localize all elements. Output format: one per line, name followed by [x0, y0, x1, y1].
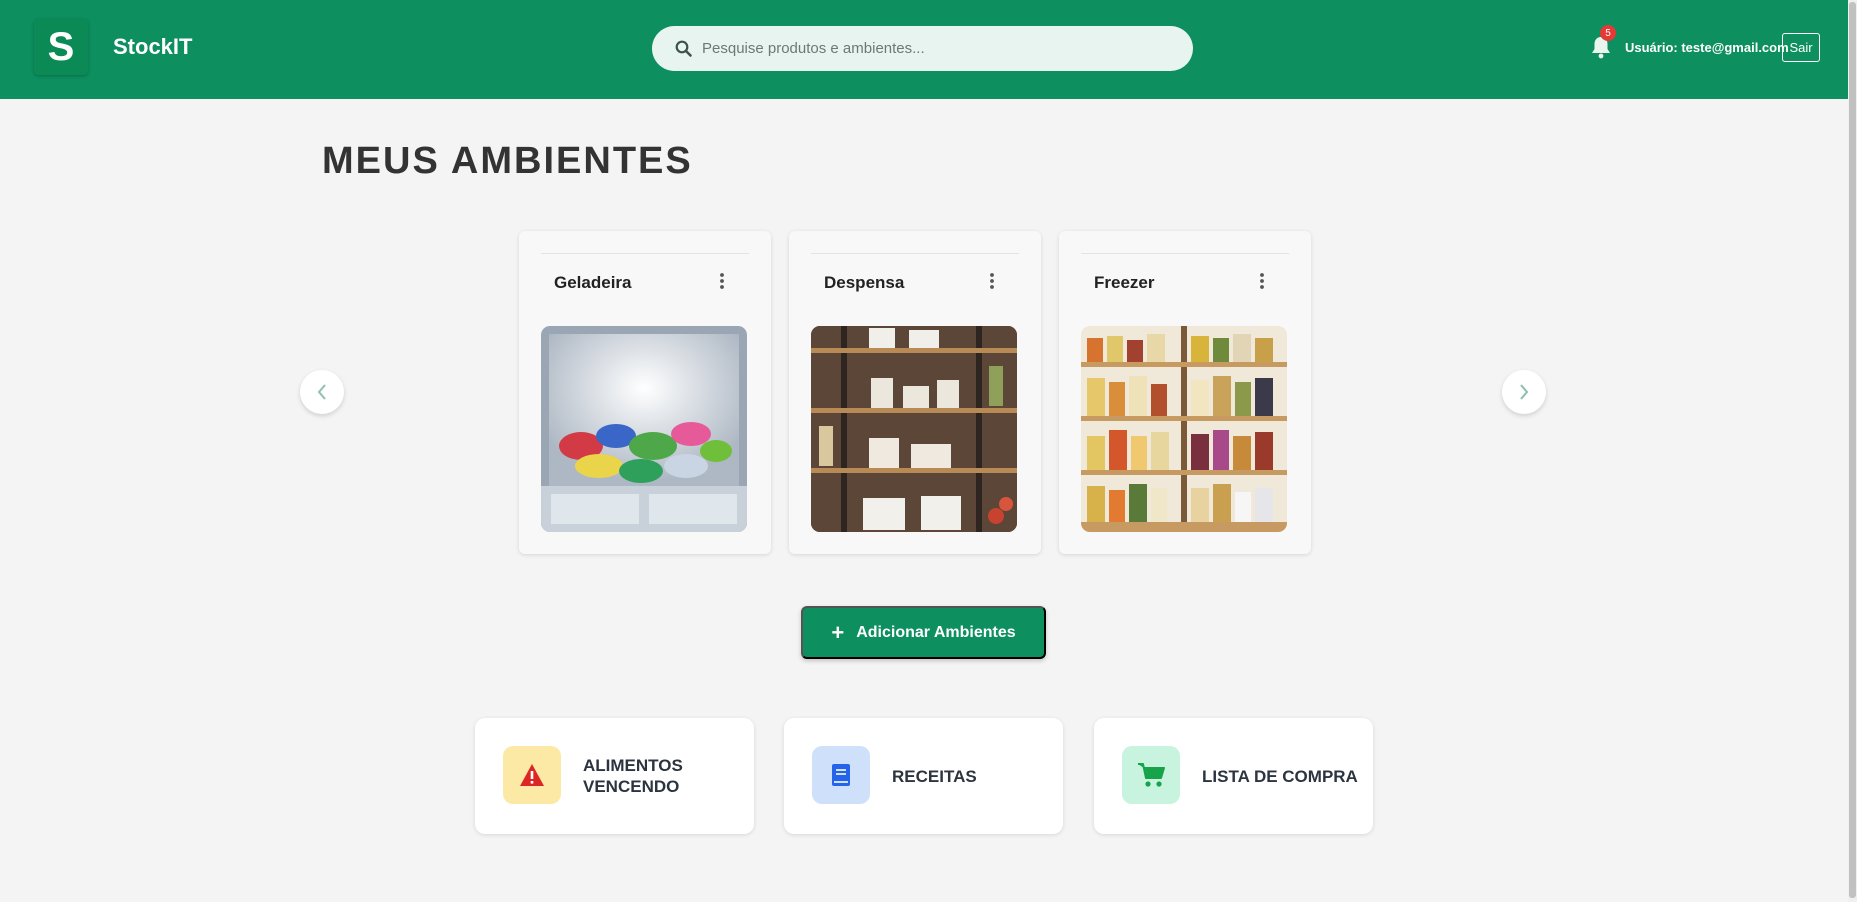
brand-name[interactable]: StockIT — [113, 34, 192, 60]
more-vertical-icon[interactable] — [1257, 272, 1267, 290]
cart-icon — [1138, 763, 1165, 787]
environment-name: Geladeira — [554, 273, 632, 292]
warning-icon — [520, 764, 544, 786]
environment-name: Despensa — [824, 273, 905, 292]
tile-label: RECEITAS — [892, 766, 977, 786]
search-icon — [675, 40, 692, 57]
add-environment-button[interactable]: + Adicionar Ambientes — [801, 606, 1046, 659]
plus-icon: + — [831, 619, 845, 645]
card-divider — [1081, 253, 1289, 254]
card-divider — [541, 253, 749, 254]
tile-recipes[interactable]: RECEITAS — [784, 718, 1063, 834]
carousel-next-button[interactable] — [1502, 370, 1546, 414]
search-bar[interactable] — [652, 26, 1193, 71]
logout-button[interactable]: Sair — [1782, 33, 1820, 62]
more-vertical-icon[interactable] — [717, 272, 727, 290]
tile-label: ALIMENTOS VENCENDO — [583, 756, 683, 796]
user-label: Usuário: teste@gmail.com — [1625, 40, 1789, 55]
environment-card-geladeira[interactable]: Geladeira — [519, 231, 771, 554]
environment-card-freezer[interactable]: Freezer — [1059, 231, 1311, 554]
add-environment-label: Adicionar Ambientes — [856, 623, 1016, 641]
notification-badge: 5 — [1600, 25, 1616, 41]
environment-name: Freezer — [1094, 273, 1155, 292]
carousel-prev-button[interactable] — [300, 370, 344, 414]
chevron-left-icon — [317, 384, 326, 400]
environment-card-despensa[interactable]: Despensa — [789, 231, 1041, 554]
more-vertical-icon[interactable] — [987, 272, 997, 290]
scrollbar-thumb[interactable] — [1849, 2, 1856, 898]
top-navbar: S StockIT 5 Usuário: teste@gmail.com Sai… — [0, 0, 1848, 99]
search-input[interactable] — [702, 26, 1172, 71]
tile-icon-box — [503, 746, 561, 804]
tile-shopping-list[interactable]: LISTA DE COMPRA — [1094, 718, 1373, 834]
tile-expiring-food[interactable]: ALIMENTOS VENCENDO — [475, 718, 754, 834]
chevron-right-icon — [1520, 384, 1529, 400]
tile-icon-box — [1122, 746, 1180, 804]
card-divider — [811, 253, 1019, 254]
environment-image-jar-shelves — [1081, 326, 1287, 532]
book-icon — [832, 764, 850, 786]
page-title: MEUS AMBIENTES — [322, 140, 693, 182]
environment-image-freezer-bags — [541, 326, 747, 532]
tile-icon-box — [812, 746, 870, 804]
tile-label: LISTA DE COMPRA — [1202, 766, 1358, 786]
environment-image-pantry-shelves — [811, 326, 1017, 532]
app-logo[interactable]: S — [34, 19, 88, 75]
